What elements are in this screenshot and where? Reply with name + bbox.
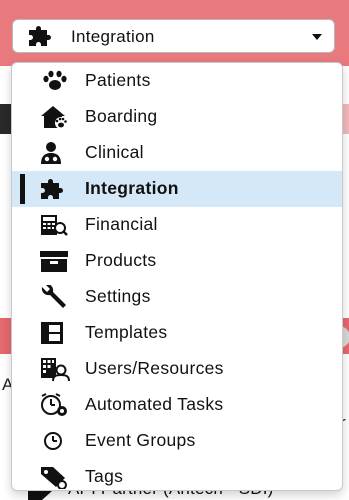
menu-item-settings[interactable]: Settings xyxy=(12,279,342,315)
alarm-gear-icon xyxy=(38,393,72,417)
module-select[interactable]: Integration xyxy=(12,19,335,53)
box-icon xyxy=(38,249,72,273)
menu-item-label: Settings xyxy=(85,286,151,306)
paw-icon xyxy=(38,69,72,93)
menu-item-event-groups[interactable]: Event Groups xyxy=(12,423,342,459)
menu-item-label: Products xyxy=(85,250,157,270)
menu-item-label: Boarding xyxy=(85,106,158,126)
menu-item-financial[interactable]: Financial xyxy=(12,207,342,243)
clock-circle-icon xyxy=(38,429,72,453)
menu-item-patients[interactable]: Patients xyxy=(12,63,342,99)
menu-item-integration[interactable]: Integration xyxy=(12,171,342,207)
menu-item-boarding[interactable]: Boarding xyxy=(12,99,342,135)
cash-register-icon xyxy=(38,213,72,237)
menu-item-label: Integration xyxy=(85,178,179,198)
menu-item-label: Financial xyxy=(85,214,158,234)
menu-item-label: Templates xyxy=(85,322,168,342)
menu-item-label: Event Groups xyxy=(85,430,196,450)
menu-item-automated-tasks[interactable]: Automated Tasks xyxy=(12,387,342,423)
menu-item-label: Clinical xyxy=(85,142,144,162)
menu-item-users-resources[interactable]: Users/Resources xyxy=(12,351,342,387)
menu-item-label: Automated Tasks xyxy=(85,394,224,414)
menu-item-tags[interactable]: Tags xyxy=(12,459,342,490)
house-paw-icon xyxy=(38,105,72,129)
puzzle-icon xyxy=(27,25,53,48)
menu-item-clinical[interactable]: Clinical xyxy=(12,135,342,171)
menu-item-templates[interactable]: Templates xyxy=(12,315,342,351)
puzzle-icon xyxy=(38,177,72,201)
layout-icon xyxy=(38,321,72,345)
menu-item-label: Patients xyxy=(85,70,151,90)
select-value: Integration xyxy=(71,27,155,46)
doctor-icon xyxy=(38,141,72,165)
tag-gear-icon xyxy=(38,465,72,489)
wrench-icon xyxy=(38,285,72,309)
building-user-icon xyxy=(38,357,72,381)
menu-item-label: Users/Resources xyxy=(85,358,224,378)
menu-item-products[interactable]: Products xyxy=(12,243,342,279)
module-dropdown-menu: Patients Boarding Clinical Integration F… xyxy=(11,62,343,491)
menu-item-label: Tags xyxy=(85,466,124,486)
chevron-down-icon xyxy=(312,34,322,40)
active-indicator xyxy=(20,174,25,204)
